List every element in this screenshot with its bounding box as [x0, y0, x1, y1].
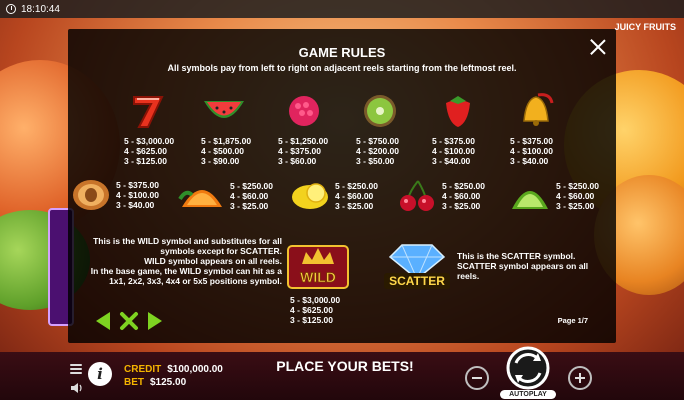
paytable-lemon: 5 - $250.00 4 - $60.00 3 - $25.00: [335, 181, 378, 211]
game-name-label: JUICY FRUITS: [614, 22, 676, 32]
decrease-bet-button[interactable]: [465, 366, 489, 390]
lime-icon: [512, 191, 548, 209]
rules-navigation: [92, 310, 166, 337]
paytable-orange: 5 - $250.00 4 - $60.00 3 - $25.00: [230, 181, 273, 211]
seven-icon: [133, 96, 164, 128]
pay-line: 5 - $375.00: [432, 136, 476, 146]
credit-value: $100,000.00: [167, 364, 223, 375]
pay-line: 3 - $25.00: [556, 201, 595, 211]
paytable-seven: 5 - $3,000.00 4 - $625.00 3 - $125.00: [124, 136, 174, 166]
scatter-badge-text: SCATTER: [389, 274, 445, 288]
lemon-icon: [292, 183, 328, 209]
wild-description: This is the WILD symbol and substitutes …: [90, 236, 282, 286]
pay-line: 4 - $100.00: [432, 146, 476, 156]
raspberry-icon: [289, 96, 319, 126]
pay-line: 4 - $60.00: [442, 191, 481, 201]
pay-line: 3 - $125.00: [290, 315, 334, 325]
pay-line: 3 - $25.00: [442, 201, 481, 211]
pay-line: 5 - $250.00: [335, 181, 379, 191]
paytable-plum: 5 - $375.00 4 - $100.00 3 - $40.00: [116, 180, 159, 210]
scatter-symbol-icon: SCATTER: [384, 244, 450, 289]
paytable-strawberry: 5 - $375.00 4 - $100.00 3 - $40.00: [432, 136, 475, 166]
pay-line: 5 - $250.00: [556, 181, 600, 191]
paytable-wild: 5 - $3,000.00 4 - $625.00 3 - $125.00: [290, 295, 340, 325]
pay-line: 5 - $250.00: [442, 181, 486, 191]
close-button[interactable]: [588, 37, 608, 57]
speaker-icon[interactable]: [70, 382, 84, 394]
pay-line: 5 - $375.00: [510, 136, 554, 146]
page-indicator: Page 1/7: [557, 316, 588, 325]
credit-label: CREDIT: [124, 364, 162, 375]
pay-line: 4 - $60.00: [335, 191, 374, 201]
menu-icon[interactable]: [70, 364, 82, 376]
info-button[interactable]: i: [88, 362, 112, 386]
autoplay-button[interactable]: AUTOPLAY: [500, 390, 556, 399]
orange-icon: [178, 190, 222, 207]
pay-line: 3 - $125.00: [124, 156, 168, 166]
pay-line: 5 - $1,875.00: [201, 136, 252, 146]
pay-line: 5 - $250.00: [230, 181, 274, 191]
pay-line: 4 - $60.00: [556, 191, 595, 201]
status-message: PLACE YOUR BETS!: [276, 358, 414, 374]
cherry-icon: [400, 180, 434, 211]
pay-line: 4 - $200.00: [356, 146, 400, 156]
pay-line: 4 - $625.00: [124, 146, 168, 156]
pay-line: 5 - $3,000.00: [124, 136, 175, 146]
paytable-cherry: 5 - $250.00 4 - $60.00 3 - $25.00: [442, 181, 485, 211]
clock-icon: [6, 4, 16, 14]
wild-description-line: In the base game, the WILD symbol can hi…: [90, 266, 282, 286]
wild-description-line: This is the WILD symbol and substitutes …: [93, 236, 282, 256]
paytable-raspberry: 5 - $1,250.00 4 - $375.00 3 - $60.00: [278, 136, 328, 166]
strawberry-icon: [446, 96, 470, 127]
pay-line: 3 - $60.00: [278, 156, 317, 166]
modal-title: GAME RULES: [298, 45, 386, 60]
pay-line: 3 - $40.00: [432, 156, 471, 166]
pay-line: 3 - $90.00: [201, 156, 240, 166]
increase-bet-button[interactable]: [568, 366, 592, 390]
paytable-bell: 5 - $375.00 4 - $100.00 3 - $40.00: [510, 136, 553, 166]
credit-display: CREDIT $100,000.00: [124, 364, 223, 375]
wild-badge-text: WILD: [300, 269, 336, 285]
paytable-lime: 5 - $250.00 4 - $60.00 3 - $25.00: [556, 181, 599, 211]
bet-label: BET: [124, 377, 144, 388]
modal-subtitle: All symbols pay from left to right on ad…: [167, 63, 517, 73]
info-icon: i: [97, 365, 103, 383]
x-icon[interactable]: [118, 310, 140, 337]
pay-line: 3 - $25.00: [230, 201, 269, 211]
wild-symbol-icon: WILD: [287, 245, 349, 289]
paytable-watermelon: 5 - $1,875.00 4 - $500.00 3 - $90.00: [201, 136, 251, 166]
kiwi-icon: [364, 95, 396, 127]
paytable-kiwi: 5 - $750.00 4 - $200.00 3 - $50.00: [356, 136, 399, 166]
pay-line: 3 - $40.00: [510, 156, 549, 166]
plum-icon: [73, 180, 109, 210]
pay-line: 5 - $750.00: [356, 136, 400, 146]
arrow-right-icon[interactable]: [144, 310, 166, 337]
pay-line: 3 - $40.00: [116, 200, 155, 210]
scatter-description: This is the SCATTER symbol. SCATTER symb…: [457, 251, 589, 281]
pay-line: 4 - $625.00: [290, 305, 334, 315]
pay-line: 3 - $25.00: [335, 201, 374, 211]
pay-line: 5 - $375.00: [116, 180, 160, 190]
pay-line: 4 - $100.00: [116, 190, 160, 200]
pay-line: 4 - $500.00: [201, 146, 245, 156]
arrow-left-icon[interactable]: [92, 310, 114, 337]
bet-display: BET $125.00: [124, 377, 186, 388]
watermelon-icon: [204, 101, 244, 118]
wild-description-line: WILD symbol appears on all reels.: [144, 256, 282, 266]
pay-line: 5 - $3,000.00: [290, 295, 341, 305]
pay-line: 5 - $1,250.00: [278, 136, 329, 146]
pay-line: 4 - $60.00: [230, 191, 269, 201]
game-rules-modal: GAME RULES All symbols pay from left to …: [68, 29, 616, 343]
bet-value: $125.00: [150, 377, 187, 388]
pay-line: 4 - $100.00: [510, 146, 554, 156]
bell-icon: [523, 93, 554, 126]
status-time: 18:10:44: [21, 3, 60, 15]
pay-line: 4 - $375.00: [278, 146, 322, 156]
spin-button[interactable]: [497, 345, 559, 391]
pay-line: 3 - $50.00: [356, 156, 395, 166]
